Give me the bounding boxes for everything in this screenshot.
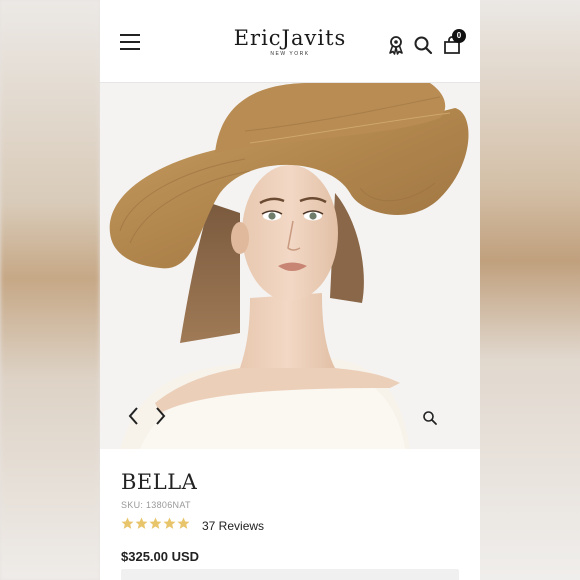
star-rating[interactable] <box>121 517 190 533</box>
site-header: EricJavits NEW YORK 0 <box>100 0 480 83</box>
product-image[interactable] <box>100 83 480 449</box>
star-icon <box>163 517 176 529</box>
blurred-backdrop-left <box>0 0 100 580</box>
product-sku: SKU: 13806NAT <box>121 500 191 510</box>
product-title: BELLA <box>121 470 198 494</box>
star-icon <box>135 517 148 529</box>
mobile-page: EricJavits NEW YORK 0 BELLA SKU: 13806NA… <box>100 0 480 580</box>
chevron-left-icon[interactable] <box>126 405 140 427</box>
zoom-icon[interactable] <box>422 410 438 426</box>
chevron-right-icon[interactable] <box>154 405 168 427</box>
reviews-link[interactable]: 37 Reviews <box>202 519 264 533</box>
variant-selector[interactable] <box>121 569 459 580</box>
search-icon[interactable] <box>413 35 433 55</box>
star-icon <box>121 517 134 529</box>
star-icon <box>177 517 190 529</box>
model-in-straw-hat-image <box>100 83 480 449</box>
blurred-backdrop-right <box>480 0 580 580</box>
cart-count-badge: 0 <box>452 29 466 43</box>
brand-location: NEW YORK <box>270 51 310 57</box>
award-ribbon-icon[interactable] <box>386 35 406 55</box>
brand-logo[interactable]: EricJavits NEW YORK <box>225 26 355 57</box>
star-icon <box>149 517 162 529</box>
product-price: $325.00 USD <box>121 549 200 564</box>
brand-name: EricJavits <box>233 26 347 50</box>
hamburger-menu-icon[interactable] <box>120 34 140 50</box>
